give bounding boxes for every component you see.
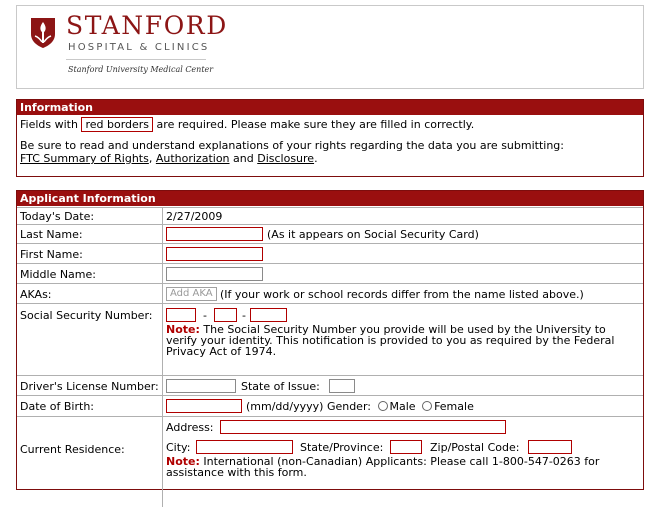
brand-title: STANFORD: [66, 11, 228, 40]
address-label: Address:: [166, 421, 214, 434]
ssn-part2-input[interactable]: [214, 308, 237, 322]
ssn-part3-input[interactable]: [250, 308, 287, 322]
state-province-input[interactable]: [390, 440, 422, 454]
current-residence-label: Current Residence:: [20, 443, 125, 456]
rights-links: FTC Summary of Rights, Authorization and…: [20, 152, 640, 165]
ssn-row: Social Security Number: - - Note: The So…: [17, 303, 643, 364]
middle-name-input[interactable]: [166, 267, 263, 281]
first-name-label: First Name:: [20, 248, 83, 261]
drivers-license-input[interactable]: [166, 379, 236, 393]
brand-center-name: Stanford University Medical Center: [68, 65, 214, 74]
add-aka-button[interactable]: Add AKA: [166, 287, 217, 301]
aka-row: AKAs: Add AKA (If your work or school re…: [17, 283, 643, 303]
residence-note: Note: International (non-Canadian) Appli…: [166, 456, 599, 478]
zip-input[interactable]: [528, 440, 572, 454]
dob-format-text: (mm/dd/yyyy): [246, 400, 324, 413]
gender-male-label: Male: [389, 400, 416, 413]
logo-header: STANFORD HOSPITAL & CLINICS Stanford Uni…: [16, 5, 644, 89]
stanford-shield-icon: [31, 18, 55, 48]
ssn-note: Note: The Social Security Number you pro…: [166, 324, 614, 357]
drivers-license-row: Driver's License Number: State of Issue:: [17, 375, 643, 395]
gender-male-radio[interactable]: [377, 401, 388, 411]
last-name-label: Last Name:: [20, 228, 83, 241]
gender-female-radio[interactable]: [422, 401, 433, 411]
middle-name-row: Middle Name:: [17, 263, 643, 283]
authorization-link[interactable]: Authorization: [156, 152, 230, 165]
rights-text: Be sure to read and understand explanati…: [20, 139, 564, 152]
aka-hint: (If your work or school records differ f…: [220, 288, 584, 301]
dob-hint: (mm/dd/yyyy) Gender: Male Female: [246, 400, 474, 413]
current-residence-row: Current Residence: Address: City: State/…: [17, 416, 643, 491]
ssn-dash-2: -: [242, 309, 246, 322]
required-fields-notice: Fields with red borders are required. Pl…: [20, 117, 640, 132]
gender-label: Gender:: [326, 400, 371, 413]
applicant-header: Applicant Information: [17, 191, 643, 206]
middle-name-label: Middle Name:: [20, 268, 96, 281]
link-separator: ,: [148, 152, 153, 165]
address-input[interactable]: [220, 420, 506, 434]
ssn-note-line3: Privacy Act of 1974.: [166, 345, 277, 358]
req-prefix-text: Fields with: [20, 118, 78, 131]
period-text: .: [314, 152, 318, 165]
dob-row: Date of Birth: (mm/dd/yyyy) Gender: Male…: [17, 395, 643, 416]
residence-note-line2: assistance with this form.: [166, 466, 307, 479]
information-section: Information Fields with red borders are …: [16, 99, 644, 177]
req-suffix-text: are required. Please make sure they are …: [156, 118, 475, 131]
city-label: City:: [166, 441, 191, 454]
ssn-part1-input[interactable]: [166, 308, 196, 322]
todays-date-label: Today's Date:: [20, 210, 95, 223]
ssn-dash-1: -: [203, 309, 207, 322]
disclosure-link[interactable]: Disclosure: [257, 152, 314, 165]
todays-date-row: Today's Date: 2/27/2009: [17, 207, 643, 224]
state-of-issue-input[interactable]: [329, 379, 355, 393]
aka-label: AKAs:: [20, 288, 52, 301]
city-input[interactable]: [196, 440, 293, 454]
zip-label: Zip/Postal Code:: [430, 441, 520, 454]
brand-subtitle: HOSPITAL & CLINICS: [68, 42, 210, 53]
information-body: Fields with red borders are required. Pl…: [17, 115, 643, 165]
information-header: Information: [17, 100, 643, 115]
todays-date-value: 2/27/2009: [166, 210, 223, 223]
ftc-summary-link[interactable]: FTC Summary of Rights: [20, 152, 149, 165]
gender-female-label: Female: [434, 400, 474, 413]
applicant-section: Applicant Information Today's Date: 2/27…: [16, 190, 644, 507]
state-province-label: State/Province:: [300, 441, 384, 454]
last-name-row: Last Name: (As it appears on Social Secu…: [17, 224, 643, 243]
last-name-hint: (As it appears on Social Security Card): [267, 228, 479, 241]
state-of-issue-label: State of Issue:: [241, 380, 320, 393]
last-name-input[interactable]: [166, 227, 263, 241]
drivers-license-label: Driver's License Number:: [20, 380, 159, 393]
and-text: and: [233, 152, 254, 165]
first-name-row: First Name:: [17, 243, 643, 263]
red-border-sample: red borders: [81, 117, 154, 132]
brand-divider: [66, 59, 206, 60]
dob-label: Date of Birth:: [20, 400, 95, 413]
dob-input[interactable]: [166, 399, 242, 413]
ssn-label: Social Security Number:: [20, 309, 153, 322]
first-name-input[interactable]: [166, 247, 263, 261]
